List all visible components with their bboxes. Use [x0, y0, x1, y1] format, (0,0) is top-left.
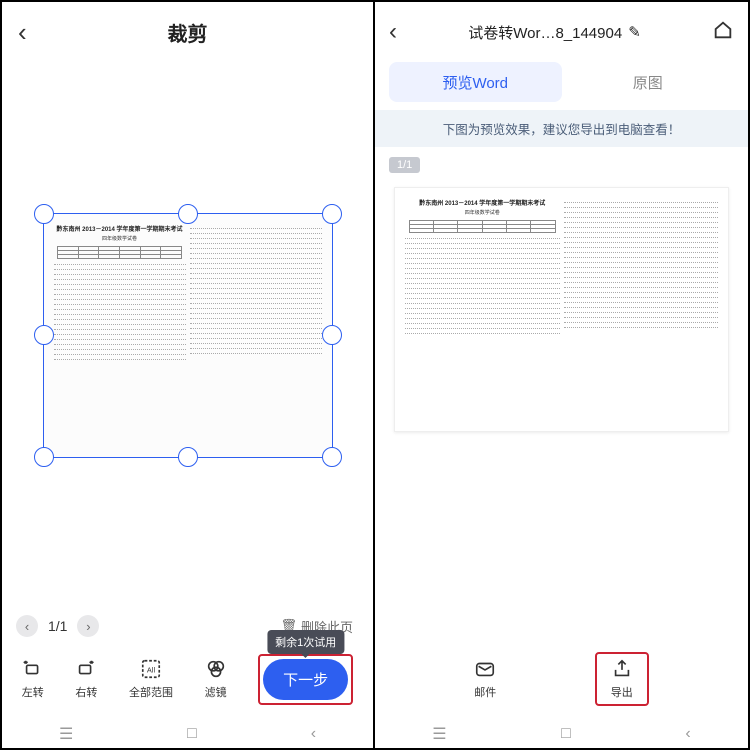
rotate-right-icon [75, 658, 97, 680]
filter-icon [205, 658, 227, 680]
mail-button[interactable]: 邮件 [474, 658, 496, 700]
rotate-right-button[interactable]: 右转 [75, 658, 97, 700]
mail-label: 邮件 [474, 684, 496, 700]
system-nav: ☰ □ ‹ [2, 720, 373, 748]
crop-handle-b[interactable] [178, 447, 198, 467]
crop-handle-r[interactable] [322, 325, 342, 345]
crop-handle-bl[interactable] [34, 447, 54, 467]
prev-page-button[interactable]: ‹ [16, 615, 38, 637]
crop-handle-l[interactable] [34, 325, 54, 345]
system-nav: ☰ □ ‹ [375, 720, 748, 748]
filter-button[interactable]: 滤镜 [205, 658, 227, 700]
home-nav-icon[interactable]: □ [561, 725, 571, 743]
right-toolbar: 邮件 导出 [375, 644, 748, 720]
crop-handle-tl[interactable] [34, 204, 54, 224]
svg-text:All: All [147, 666, 156, 675]
home-icon[interactable] [712, 19, 734, 46]
full-range-icon: All [140, 658, 162, 680]
export-button-highlight: 导出 [595, 652, 649, 706]
crop-handle-br[interactable] [322, 447, 342, 467]
crop-screen: ‹ 裁剪 黔东南州 2013－2014 学年度第一学期期末考试 四年级数学试卷 [2, 2, 375, 748]
page-title: 裁剪 [168, 18, 208, 47]
document-preview: 黔东南州 2013－2014 学年度第一学期期末考试 四年级数学试卷 [44, 214, 332, 457]
mail-icon [474, 658, 496, 680]
rotate-left-icon [22, 658, 44, 680]
crop-area: 黔东南州 2013－2014 学年度第一学期期末考试 四年级数学试卷 [2, 62, 373, 608]
file-title: 试卷转Wor…8_144904 [468, 22, 622, 43]
rotate-left-label: 左转 [22, 684, 44, 700]
right-header: ‹ 试卷转Wor…8_144904 ✎ [375, 2, 748, 62]
crop-box[interactable]: 黔东南州 2013－2014 学年度第一学期期末考试 四年级数学试卷 [43, 213, 333, 458]
next-page-button[interactable]: › [77, 615, 99, 637]
back-button[interactable]: ‹ [18, 17, 27, 48]
crop-handle-t[interactable] [178, 204, 198, 224]
page-badge: 1/1 [389, 157, 420, 173]
page-indicator: 1/1 [48, 618, 67, 634]
info-banner: 下图为预览效果，建议您导出到电脑查看！ [375, 110, 748, 147]
left-toolbar: 左转 右转 All 全部范围 滤镜 剩余1次试用 下一步 [2, 644, 373, 720]
full-range-button[interactable]: All 全部范围 [129, 658, 173, 700]
tab-original[interactable]: 原图 [562, 62, 735, 102]
next-button[interactable]: 下一步 [263, 659, 348, 700]
home-nav-icon[interactable]: □ [187, 725, 197, 743]
edit-title-icon[interactable]: ✎ [628, 23, 641, 41]
preview-tabs: 预览Word 原图 [375, 62, 748, 110]
trial-tooltip: 剩余1次试用 [267, 630, 344, 654]
export-icon [611, 658, 633, 680]
back-nav-icon[interactable]: ‹ [311, 725, 316, 743]
back-button[interactable]: ‹ [389, 18, 397, 46]
doc-heading: 黔东南州 2013－2014 学年度第一学期期末考试 [54, 226, 186, 234]
back-nav-icon[interactable]: ‹ [685, 725, 690, 743]
filter-label: 滤镜 [205, 684, 227, 700]
rotate-left-button[interactable]: 左转 [22, 658, 44, 700]
export-button[interactable]: 导出 [611, 658, 633, 700]
full-range-label: 全部范围 [129, 684, 173, 700]
next-button-highlight: 剩余1次试用 下一步 [258, 654, 353, 705]
rotate-right-label: 右转 [75, 684, 97, 700]
preview-screen: ‹ 试卷转Wor…8_144904 ✎ 预览Word 原图 下图为预览效果，建议… [375, 2, 748, 748]
recents-nav-icon[interactable]: ☰ [432, 724, 446, 744]
preview-area: 1/1 黔东南州 2013－2014 学年度第一学期期末考试 四年级数学试卷 [375, 147, 748, 644]
tab-preview-word[interactable]: 预览Word [389, 62, 562, 102]
doc-subtitle: 四年级数学试卷 [54, 236, 186, 243]
crop-handle-tr[interactable] [322, 204, 342, 224]
export-label: 导出 [611, 684, 633, 700]
recents-nav-icon[interactable]: ☰ [59, 724, 73, 744]
document-preview: 黔东南州 2013－2014 学年度第一学期期末考试 四年级数学试卷 [394, 187, 729, 432]
left-header: ‹ 裁剪 [2, 2, 373, 62]
